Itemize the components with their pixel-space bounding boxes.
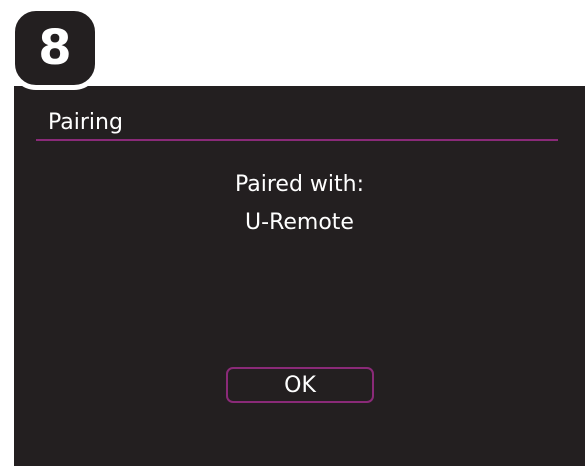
paired-with-label: Paired with: xyxy=(234,172,364,197)
step-number-badge: 8 xyxy=(10,6,100,90)
title-divider xyxy=(36,139,558,141)
instruction-figure: 8 Pairing Paired with: U-Remote OK xyxy=(0,0,585,466)
ok-button[interactable]: OK xyxy=(226,367,374,403)
paired-device-name: U-Remote xyxy=(245,210,354,235)
screen-title: Pairing xyxy=(48,110,123,135)
device-screen xyxy=(14,86,585,466)
